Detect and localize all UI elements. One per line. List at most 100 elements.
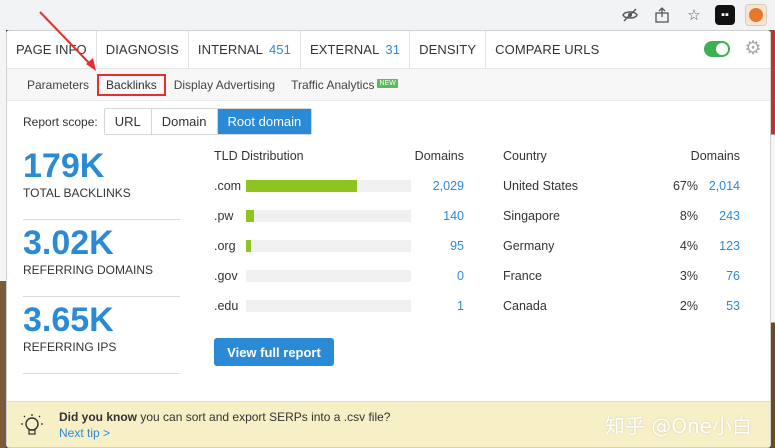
extension-icon[interactable]: ▪▪ [715,5,735,25]
new-badge: NEW [377,78,398,88]
metric-value[interactable]: 179K [23,147,180,185]
tld-domain-count[interactable]: 0 [411,269,464,283]
tab-internal[interactable]: INTERNAL 451 [189,31,301,68]
tld-bar-fill [246,210,255,222]
tld-row: .com 2,029 [214,171,464,201]
sub-tabs: Parameters Backlinks Display Advertising… [7,69,770,101]
tip-bar: Did you know you can sort and export SER… [7,401,770,447]
tld-name: .edu [214,299,239,313]
tld-row: .edu 1 [214,291,464,321]
country-name: Germany [503,239,555,253]
tab-label: DENSITY [419,42,477,57]
enable-toggle[interactable] [704,41,730,57]
backlink-metrics: 179K TOTAL BACKLINKS 3.02K REFERRING DOM… [23,143,180,374]
tld-bar [246,300,411,312]
tld-row: .org 95 [214,231,464,261]
tld-bar-fill [246,240,251,252]
country-percent: 8% [679,209,698,223]
tld-row: .pw 140 [214,201,464,231]
eye-off-icon[interactable] [619,4,641,26]
tld-title: TLD Distribution [214,149,304,163]
report-scope: Report scope: URL Domain Root domain [23,108,313,135]
tab-label: EXTERNAL [309,42,380,57]
subtab-display-advertising[interactable]: Display Advertising [166,74,283,96]
country-row: Canada 2% 53 [503,291,740,321]
subtab-parameters[interactable]: Parameters [19,74,97,96]
tld-name: .com [214,179,242,193]
country-domain-count[interactable]: 53 [698,299,740,313]
browser-toolbar: ☆ ▪▪ [0,0,775,30]
tld-header: TLD Distribution Domains [214,149,464,171]
tab-compare-urls[interactable]: COMPARE URLS [486,31,608,68]
metric-referring-domains: 3.02K REFERRING DOMAINS [23,220,180,297]
scope-selector: URL Domain Root domain [103,108,313,135]
next-tip-link[interactable]: Next tip > [59,425,390,441]
gear-icon[interactable]: ⚙ [741,36,765,60]
tld-bar-fill [246,180,357,192]
country-row: Germany 4% 123 [503,231,740,261]
tip-bold: Did you know [59,409,137,424]
tab-density[interactable]: DENSITY [410,31,487,68]
seoquake-extension-icon[interactable] [745,4,767,26]
star-icon[interactable]: ☆ [683,4,705,26]
tip-message: you can sort and export SERPs into a .cs… [137,409,391,424]
tab-diagnosis[interactable]: DIAGNOSIS [97,31,189,68]
tab-label: PAGE INFO [16,42,87,57]
country-header: Country Domains [503,149,740,171]
share-icon[interactable] [651,4,673,26]
tld-row: .gov 0 [214,261,464,291]
subtab-backlinks[interactable]: Backlinks [97,73,166,96]
main-tabs: PAGE INFO DIAGNOSIS INTERNAL 451 EXTERNAL… [7,31,770,69]
metric-label: TOTAL BACKLINKS [23,186,131,200]
tld-bar [246,270,411,282]
country-domain-count[interactable]: 243 [698,209,740,223]
tab-label: INTERNAL [197,42,263,57]
subtab-traffic-analytics[interactable]: Traffic Analytics NEW [283,74,406,96]
seo-popup: PAGE INFO DIAGNOSIS INTERNAL 451 EXTERNAL… [6,30,771,448]
country-domain-count[interactable]: 76 [698,269,740,283]
country-percent: 2% [679,299,698,313]
lightbulb-icon [17,410,47,440]
report-scope-label: Report scope: [23,114,98,129]
country-domains-header: Domains [690,149,740,163]
tab-label: COMPARE URLS [495,42,600,57]
scope-root-domain-button[interactable]: Root domain [217,109,312,134]
tab-external[interactable]: EXTERNAL 31 [301,31,411,68]
scope-domain-button[interactable]: Domain [151,109,218,134]
country-domain-count[interactable]: 123 [698,239,740,253]
country-name: Canada [503,299,547,313]
country-percent: 4% [679,239,698,253]
country-percent: 3% [679,269,698,283]
tab-label: DIAGNOSIS [105,42,179,57]
tld-name: .pw [214,209,234,223]
country-row: United States 67% 2,014 [503,171,740,201]
metric-label: REFERRING IPS [23,340,117,354]
country-name: France [503,269,542,283]
tld-domain-count[interactable]: 2,029 [411,179,464,193]
tld-domain-count[interactable]: 95 [411,239,464,253]
subtab-label: Traffic Analytics [291,77,375,92]
toolbar-icons: ☆ ▪▪ [619,0,775,30]
tld-distribution: TLD Distribution Domains .com 2,029 .pw 140… [214,149,464,321]
country-title: Country [503,149,547,163]
tld-name: .gov [214,269,238,283]
country-percent: 67% [672,179,698,193]
tld-domains-header: Domains [414,149,464,163]
tab-count: 451 [268,42,291,57]
tld-domain-count[interactable]: 1 [411,299,464,313]
view-full-report-button[interactable]: View full report [214,338,334,366]
tab-count: 31 [385,42,401,57]
metric-referring-ips: 3.65K REFERRING IPS [23,297,180,374]
country-row: France 3% 76 [503,261,740,291]
page-background-right [771,30,775,448]
scope-url-button[interactable]: URL [104,109,152,134]
country-row: Singapore 8% 243 [503,201,740,231]
tld-domain-count[interactable]: 140 [411,209,464,223]
country-name: Singapore [503,209,560,223]
metric-value[interactable]: 3.02K [23,224,180,262]
metric-value[interactable]: 3.65K [23,301,180,339]
tab-page-info[interactable]: PAGE INFO [7,31,97,68]
country-domain-count[interactable]: 2,014 [698,179,740,193]
watermark: 知乎 @One小白 [604,414,752,438]
metric-label: REFERRING DOMAINS [23,263,154,277]
